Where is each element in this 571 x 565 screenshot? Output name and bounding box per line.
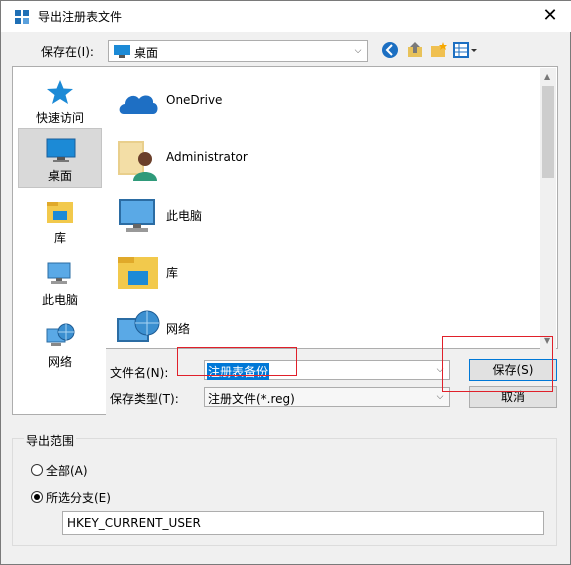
- list-item-label: OneDrive: [166, 93, 223, 107]
- desktop-icon: [46, 137, 76, 163]
- list-item-label: 库: [166, 266, 179, 280]
- save-in-combobox[interactable]: 桌面 ⌵: [108, 40, 368, 62]
- radio-branch-circle[interactable]: [31, 491, 43, 503]
- branch-path-value: HKEY_CURRENT_USER: [67, 516, 201, 530]
- view-menu-icon[interactable]: [453, 41, 479, 61]
- radio-all[interactable]: 全部(A): [31, 462, 151, 478]
- annotation-highlight-box: [442, 336, 553, 392]
- new-folder-icon[interactable]: [430, 41, 450, 61]
- save-in-value: 桌面: [134, 46, 159, 60]
- list-item-administrator[interactable]: Administrator: [116, 133, 516, 183]
- places-item-label: 快速访问: [35, 111, 84, 125]
- places-item-desktop[interactable]: 桌面: [18, 128, 102, 188]
- export-range-title: 导出范围: [24, 432, 77, 449]
- export-registry-dialog: 导出注册表文件 ✕ 保存在(I): 桌面 ⌵ 快速访问 桌面 库 此电脑 网络 …: [0, 0, 571, 565]
- list-item-library[interactable]: 库: [116, 247, 516, 297]
- places-bar: 快速访问 桌面 库 此电脑 网络: [12, 66, 106, 415]
- filetype-combobox[interactable]: 注册文件(*.reg) ⌵: [204, 387, 450, 407]
- scrollbar-thumb[interactable]: [542, 86, 554, 178]
- places-item-network[interactable]: 网络: [18, 315, 102, 375]
- filetype-value: 注册文件(*.reg): [208, 392, 295, 406]
- window-title: 导出注册表文件: [38, 10, 123, 24]
- save-in-label: 保存在(I):: [41, 45, 94, 59]
- radio-all-circle[interactable]: [31, 464, 43, 476]
- network-icon: [45, 323, 75, 349]
- network-icon: [116, 307, 160, 351]
- title-bar: 导出注册表文件 ✕: [1, 1, 571, 32]
- list-item-label: 此电脑: [166, 209, 203, 223]
- desktop-icon: [114, 45, 130, 58]
- library-icon: [116, 251, 160, 295]
- radio-all-label: 全部(A): [46, 464, 88, 478]
- filename-label: 文件名(N):: [110, 366, 169, 380]
- places-item-this-pc[interactable]: 此电脑: [18, 253, 102, 313]
- onedrive-icon: [116, 80, 160, 124]
- branch-path-field[interactable]: HKEY_CURRENT_USER: [62, 511, 544, 535]
- computer-icon: [45, 261, 75, 287]
- radio-selected-branch[interactable]: 所选分支(E): [31, 489, 171, 505]
- computer-icon: [116, 194, 160, 238]
- close-button[interactable]: ✕: [539, 3, 561, 29]
- list-item-label: 网络: [166, 322, 191, 336]
- list-item-label: Administrator: [166, 150, 248, 164]
- places-item-quick-access[interactable]: 快速访问: [18, 71, 102, 131]
- radio-branch-label: 所选分支(E): [46, 491, 111, 505]
- annotation-highlight-box: [177, 347, 297, 376]
- list-item-onedrive[interactable]: OneDrive: [116, 76, 516, 126]
- list-item-this-pc[interactable]: 此电脑: [116, 190, 516, 240]
- vertical-scrollbar[interactable]: ▲ ▼: [540, 68, 556, 349]
- chevron-down-icon: ⌵: [354, 46, 362, 56]
- filetype-label: 保存类型(T):: [110, 392, 179, 406]
- file-list: OneDrive Administrator 此电脑 库 网络 ▲ ▼: [106, 66, 558, 349]
- places-item-label: 桌面: [47, 169, 72, 183]
- up-folder-icon[interactable]: [406, 41, 426, 61]
- user-folder-icon: [116, 137, 160, 181]
- app-icon: [15, 10, 29, 24]
- library-icon: [45, 199, 75, 225]
- scroll-up-icon[interactable]: ▲: [544, 72, 550, 81]
- places-item-label: 此电脑: [41, 293, 78, 307]
- places-item-library[interactable]: 库: [18, 191, 102, 251]
- back-icon[interactable]: [381, 41, 401, 61]
- places-item-label: 库: [53, 231, 66, 245]
- places-item-label: 网络: [47, 355, 72, 369]
- star-icon: [45, 79, 75, 105]
